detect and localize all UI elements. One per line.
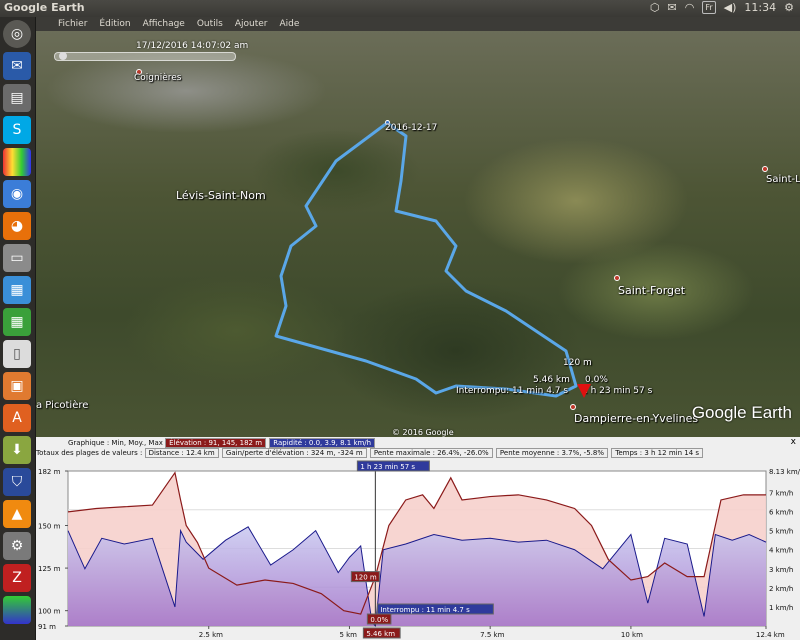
google-earth-logo: Google Earth bbox=[691, 403, 792, 422]
cursor-time-label: 1 h 23 min 57 s bbox=[360, 463, 415, 471]
menu-aide[interactable]: Aide bbox=[280, 19, 300, 29]
cursor-elevation: 120 m bbox=[563, 358, 592, 368]
speed-tick-label: 6 km/h bbox=[769, 509, 793, 517]
unity-launcher: ◎ ✉ ▤ S ◉ ◕ ▭ ▦ ▦ ▯ ▣ A ⬇ ⛉ ▲ ⚙ Z bbox=[0, 17, 36, 640]
speed-tick-label: 2 km/h bbox=[769, 585, 793, 593]
distance-tick-label: 10 km bbox=[621, 631, 643, 639]
volume-icon[interactable]: ◀) bbox=[724, 1, 737, 14]
keyboard-layout-indicator[interactable]: Fr bbox=[702, 1, 716, 14]
elevation-tick-label: 125 m bbox=[38, 565, 61, 573]
firefox-icon[interactable]: ◕ bbox=[3, 212, 31, 240]
files-icon[interactable]: ▭ bbox=[3, 244, 31, 272]
settings-icon[interactable]: ⚙ bbox=[3, 532, 31, 560]
position-arrow-icon bbox=[577, 384, 591, 398]
speed-tick-label: 3 km/h bbox=[769, 566, 793, 574]
max-grade: Pente maximale : 26.4%, -26.0% bbox=[369, 448, 493, 458]
color-palette-icon[interactable] bbox=[3, 148, 31, 176]
speed-tick-label: 4 km/h bbox=[769, 547, 793, 555]
gps-track bbox=[274, 121, 578, 398]
power-gear-icon[interactable]: ⚙ bbox=[784, 1, 794, 14]
menu-affichage[interactable]: Affichage bbox=[143, 19, 185, 29]
close-profile-button[interactable]: x bbox=[791, 437, 796, 447]
place-label: Lévis-Saint-Nom bbox=[176, 189, 266, 202]
impress-icon[interactable]: ▣ bbox=[3, 372, 31, 400]
avg-grade: Pente moyenne : 3.7%, -5.8% bbox=[495, 448, 608, 458]
cursor-distance-label: 5.46 km bbox=[366, 630, 395, 638]
menu-fichier[interactable]: Fichier bbox=[58, 19, 87, 29]
time-slider[interactable] bbox=[54, 52, 236, 61]
menu-bar: Fichier Édition Affichage Outils Ajouter… bbox=[36, 17, 800, 31]
menu-ajouter[interactable]: Ajouter bbox=[235, 19, 268, 29]
place-marker[interactable] bbox=[614, 275, 620, 281]
download-icon[interactable]: ⬇ bbox=[3, 436, 31, 464]
distance-tick-label: 5 km bbox=[339, 631, 357, 639]
speed-summary[interactable]: Rapidité : 0.0, 3.9, 8.1 km/h bbox=[269, 438, 376, 448]
cursor-grade-label: 0.0% bbox=[370, 616, 388, 624]
clock[interactable]: 11:34 bbox=[744, 1, 776, 14]
place-label: Coignières bbox=[134, 73, 182, 83]
software-center-icon[interactable]: A bbox=[3, 404, 31, 432]
google-earth-icon[interactable]: ◉ bbox=[3, 180, 31, 208]
place-marker[interactable] bbox=[570, 404, 576, 410]
skype-icon[interactable]: S bbox=[3, 116, 31, 144]
place-label: a Picotière bbox=[36, 400, 89, 411]
elevation-tick-label: 91 m bbox=[38, 623, 56, 631]
writer-icon[interactable]: ▦ bbox=[3, 276, 31, 304]
map-view[interactable]: 17/12/2016 14:07:02 am Coignières Lévis-… bbox=[36, 31, 800, 437]
cursor-interrupted: Interrompu: 11 min 4.7 s bbox=[456, 386, 569, 396]
wifi-icon[interactable]: ◠ bbox=[685, 1, 695, 14]
time-slider-date: 17/12/2016 14:07:02 am bbox=[136, 41, 249, 51]
vlc-icon[interactable]: ▲ bbox=[3, 500, 31, 528]
elevation-tick-label: 182 m bbox=[38, 468, 61, 476]
speed-tick-label: 7 km/h bbox=[769, 490, 793, 498]
track-start-label: 2016-12-17 bbox=[385, 123, 438, 133]
scanner-icon[interactable]: ▤ bbox=[3, 84, 31, 112]
elevation-gain: Gain/perte d'élévation : 324 m, -324 m bbox=[221, 448, 367, 458]
time-slider-knob[interactable] bbox=[59, 52, 67, 60]
profile-header-row: Graphique : Min, Moy., Max Élévation : 9… bbox=[36, 438, 800, 448]
distance-tick-label: 2.5 km bbox=[199, 631, 223, 639]
speed-tick-label: 8.13 km/h bbox=[769, 468, 800, 476]
cursor-elevation-label: 120 m bbox=[354, 574, 377, 582]
distance-total: Distance : 12.4 km bbox=[144, 448, 219, 458]
system-tray: ⬡ ✉ ◠ Fr ◀) 11:34 ⚙ bbox=[650, 1, 794, 14]
mail-icon[interactable]: ✉ bbox=[668, 1, 677, 14]
cursor-interrupted-label: Interrompu : 11 min 4.7 s bbox=[380, 606, 470, 614]
elevation-tick-label: 150 m bbox=[38, 523, 61, 531]
copyright: © 2016 Google bbox=[392, 428, 454, 437]
document-icon[interactable]: ▯ bbox=[3, 340, 31, 368]
thunderbird-icon[interactable]: ✉ bbox=[3, 52, 31, 80]
dropbox-icon[interactable]: ⬡ bbox=[650, 1, 660, 14]
place-label: Saint-L bbox=[766, 174, 800, 185]
elevation-profile-panel: Graphique : Min, Moy., Max Élévation : 9… bbox=[36, 437, 800, 640]
cursor-distance: 5.46 km bbox=[533, 375, 570, 385]
speed-tick-label: 5 km/h bbox=[769, 528, 793, 536]
shield-icon[interactable]: ⛉ bbox=[3, 468, 31, 496]
profile-totals-row: Totaux des plages de valeurs : Distance … bbox=[36, 448, 800, 458]
cursor-elapsed: 1 h 23 min 57 s bbox=[582, 386, 653, 396]
calc-icon[interactable]: ▦ bbox=[3, 308, 31, 336]
place-label: Saint-Forget bbox=[618, 284, 686, 297]
top-panel: Google Earth ⬡ ✉ ◠ Fr ◀) 11:34 ⚙ bbox=[0, 0, 800, 17]
speed-tick-label: 1 km/h bbox=[769, 604, 793, 612]
graph-label: Graphique : Min, Moy., Max bbox=[68, 439, 163, 447]
distance-tick-label: 7.5 km bbox=[480, 631, 504, 639]
elevation-summary[interactable]: Élévation : 91, 145, 182 m bbox=[165, 438, 267, 448]
place-label: Dampierre-en-Yvelines bbox=[574, 412, 699, 425]
place-marker[interactable] bbox=[762, 166, 768, 172]
gps-track-overlay bbox=[274, 121, 578, 398]
app-icon[interactable]: Z bbox=[3, 564, 31, 592]
workspaces-icon[interactable] bbox=[3, 596, 31, 624]
window-title: Google Earth bbox=[4, 1, 85, 14]
distance-tick-label: 12.4 km bbox=[756, 631, 785, 639]
dash-home-icon[interactable]: ◎ bbox=[3, 20, 31, 48]
elevation-tick-label: 100 m bbox=[38, 608, 61, 616]
totals-label: Totaux des plages de valeurs : bbox=[36, 449, 143, 457]
menu-outils[interactable]: Outils bbox=[197, 19, 223, 29]
time-total: Temps : 3 h 12 min 14 s bbox=[611, 448, 704, 458]
elevation-speed-chart[interactable]: 182 m 150 m 125 m 100 m 91 m 8.13 km/h 7 km/h 6… bbox=[36, 459, 800, 640]
menu-edition[interactable]: Édition bbox=[99, 19, 130, 29]
